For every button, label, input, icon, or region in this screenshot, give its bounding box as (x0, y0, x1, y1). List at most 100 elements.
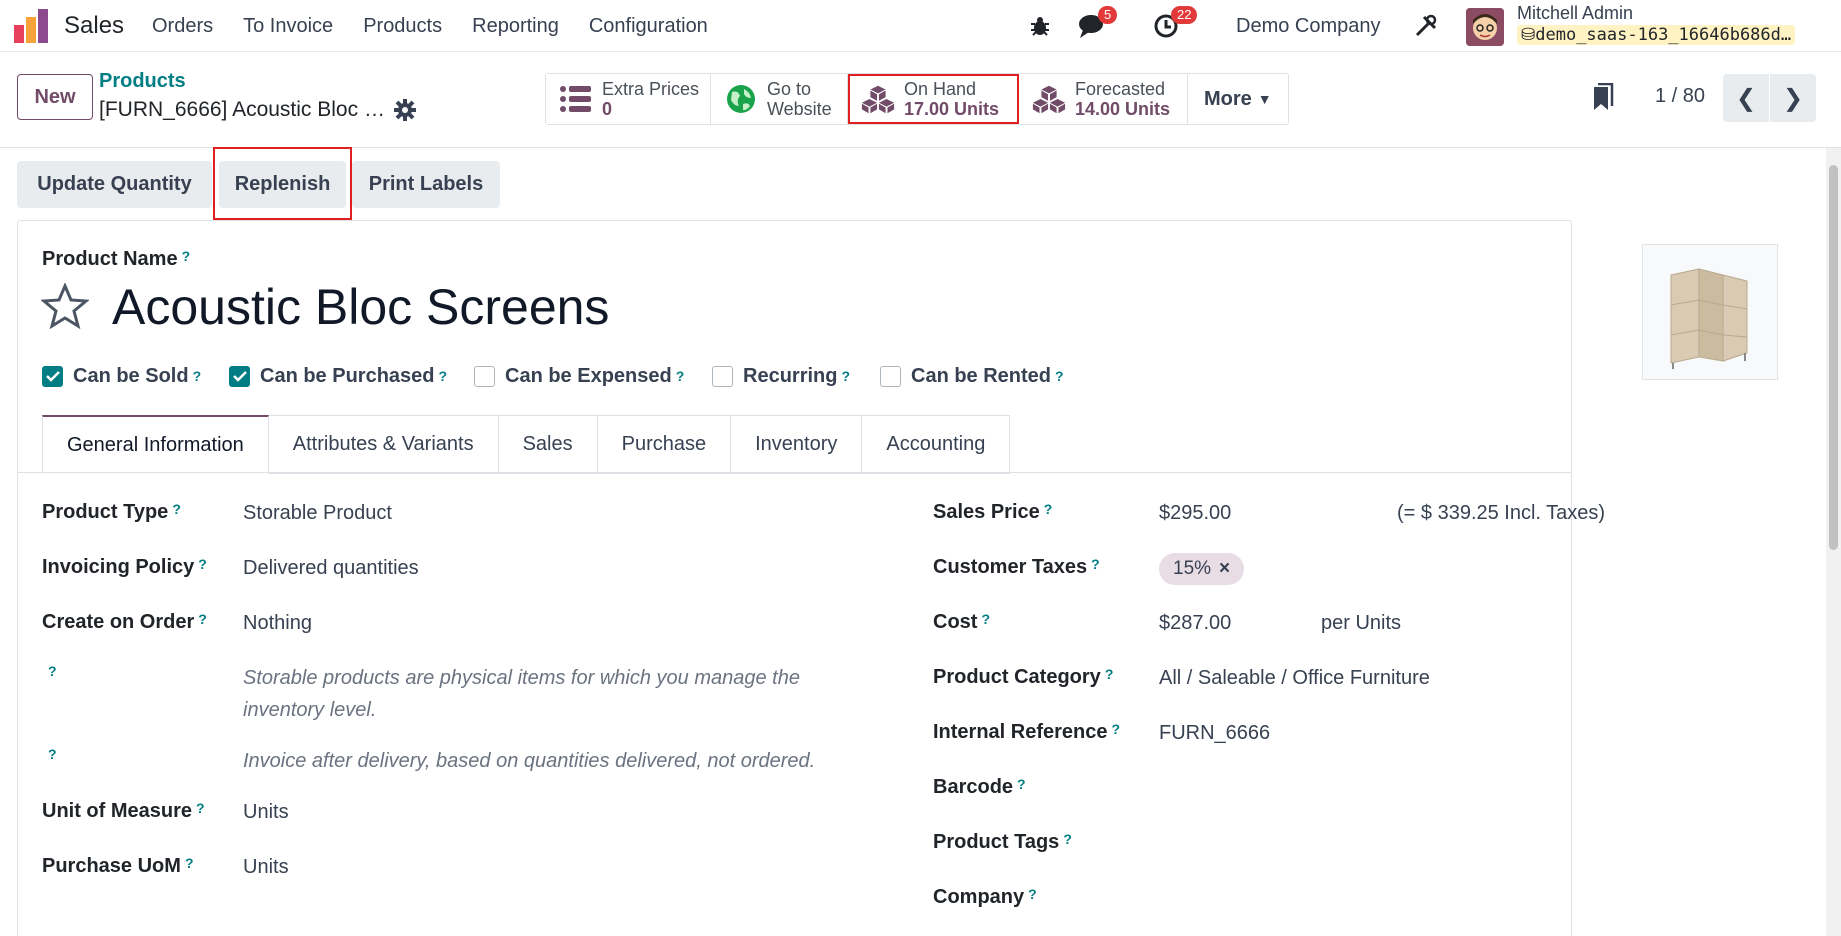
help-marker: ? (48, 746, 57, 762)
tab-accounting[interactable]: Accounting (862, 415, 1011, 474)
pager-next-button[interactable]: ❯ (1770, 74, 1816, 122)
top-navbar: Sales Orders To Invoice Products Reporti… (0, 0, 1841, 52)
tab-inventory[interactable]: Inventory (731, 415, 863, 474)
product-type-field[interactable]: Storable Product (243, 502, 392, 525)
menu-reporting[interactable]: Reporting (472, 15, 559, 38)
new-button[interactable]: New (17, 74, 93, 120)
tax-tag[interactable]: 15% × (1159, 553, 1245, 585)
pager-value[interactable]: 1 / 80 (1655, 85, 1705, 108)
company-label: Company? (933, 886, 1037, 908)
user-name[interactable]: Mitchell Admin (1517, 3, 1633, 24)
storable-help-text: Storable products are physical items for… (243, 667, 800, 721)
company-switcher[interactable]: Demo Company (1236, 15, 1381, 38)
product-category-label: Product Category? (933, 666, 1114, 688)
replenish-highlight (213, 147, 352, 220)
scrollbar-thumb[interactable] (1829, 165, 1838, 550)
breadcrumb-products[interactable]: Products (99, 70, 186, 93)
recurring-checkbox[interactable]: Recurring? (712, 365, 850, 387)
sales-price-field[interactable]: $295.00 (1159, 502, 1231, 525)
checkbox-unchecked[interactable] (474, 365, 495, 387)
product-name[interactable]: Acoustic Bloc Screens (112, 278, 609, 336)
checkbox-unchecked[interactable] (880, 365, 901, 387)
product-category-field[interactable]: All / Saleable / Office Furniture (1159, 667, 1430, 690)
forecasted-value: 14.00 Units (1075, 99, 1171, 119)
tab-general-information[interactable]: General Information (42, 415, 269, 474)
update-quantity-button[interactable]: Update Quantity (17, 161, 212, 208)
control-panel: New Products [FURN_6666] Acoustic Bloc …… (0, 52, 1841, 148)
purchase-uom-label: Purchase UoM? (42, 855, 194, 877)
extra-prices-button[interactable]: Extra Prices 0 (546, 74, 711, 124)
menu-configuration[interactable]: Configuration (589, 15, 708, 38)
pager-previous-button[interactable]: ❮ (1723, 74, 1769, 122)
cost-label: Cost? (933, 611, 991, 633)
checkbox-checked[interactable] (42, 365, 63, 387)
on-hand-button[interactable]: On Hand 17.00 Units (848, 74, 1019, 124)
forecasted-label: Forecasted (1075, 79, 1166, 99)
chevron-left-icon: ❮ (1735, 84, 1757, 112)
can-be-purchased-checkbox[interactable]: Can be Purchased? (229, 365, 447, 387)
tab-purchase[interactable]: Purchase (597, 415, 732, 474)
purchase-uom-field[interactable]: Units (243, 856, 289, 879)
extra-prices-value: 0 (602, 99, 613, 119)
list-icon (560, 86, 591, 112)
barcode-field[interactable] (1159, 777, 1539, 803)
sales-price-label: Sales Price? (933, 501, 1053, 523)
gear-icon[interactable] (393, 98, 417, 122)
bookmark-icon[interactable] (1592, 83, 1614, 111)
tab-sales[interactable]: Sales (498, 415, 598, 474)
checkbox-unchecked[interactable] (712, 365, 733, 387)
menu-orders[interactable]: Orders (152, 15, 213, 38)
tab-divider (17, 472, 1572, 473)
cost-unit-text: per Units (1321, 612, 1402, 634)
can-be-rented-label: Can be Rented (911, 364, 1052, 387)
form-tabs: General Information Attributes & Variant… (42, 415, 1011, 474)
unit-of-measure-label: Unit of Measure? (42, 800, 205, 822)
menu-products[interactable]: Products (363, 15, 442, 38)
debug-icon[interactable] (1028, 10, 1052, 42)
close-icon[interactable]: × (1219, 558, 1230, 580)
messages-button[interactable]: 5 (1078, 6, 1118, 42)
main-menu: Orders To Invoice Products Reporting Con… (152, 15, 708, 38)
create-on-order-field[interactable]: Nothing (243, 612, 312, 635)
can-be-sold-label: Can be Sold (73, 364, 189, 387)
can-be-sold-checkbox[interactable]: Can be Sold? (42, 365, 201, 387)
more-dropdown[interactable]: More ▼ (1188, 74, 1288, 124)
print-labels-button[interactable]: Print Labels (352, 161, 500, 208)
incl-taxes-text: (= $ 339.25 Incl. Taxes) (1397, 502, 1606, 524)
database-icon: ⛁ (1521, 25, 1536, 45)
menu-to-invoice[interactable]: To Invoice (243, 15, 333, 38)
can-be-rented-checkbox[interactable]: Can be Rented? (880, 365, 1064, 387)
tab-attributes-variants[interactable]: Attributes & Variants (268, 415, 499, 474)
barcode-label: Barcode? (933, 776, 1026, 798)
globe-icon (727, 85, 755, 113)
website-label: Website (767, 99, 832, 119)
app-name[interactable]: Sales (64, 12, 124, 40)
tools-icon[interactable] (1414, 10, 1438, 42)
can-be-expensed-checkbox[interactable]: Can be Expensed? (474, 365, 684, 387)
company-field[interactable] (1159, 887, 1539, 913)
cost-field[interactable]: $287.00 (1159, 612, 1231, 635)
internal-reference-label: Internal Reference? (933, 721, 1121, 743)
star-icon[interactable] (41, 283, 89, 329)
can-be-expensed-label: Can be Expensed (505, 364, 672, 387)
go-to-website-button[interactable]: Go to Website (711, 74, 848, 124)
product-image[interactable] (1642, 244, 1778, 380)
product-tags-field[interactable] (1159, 832, 1539, 858)
more-label: More (1204, 87, 1252, 110)
invoice-help-text: Invoice after delivery, based on quantit… (243, 750, 816, 772)
smart-buttons: Extra Prices 0 Go to Website On Hand 17.00 … (545, 73, 1289, 125)
activities-button[interactable]: 22 (1153, 6, 1198, 42)
invoicing-policy-label: Invoicing Policy? (42, 556, 207, 578)
user-avatar[interactable] (1466, 8, 1504, 46)
record-title: [FURN_6666] Acoustic Bloc … (99, 98, 385, 121)
checkbox-checked[interactable] (229, 365, 250, 387)
sales-app-icon[interactable] (14, 9, 50, 43)
unit-of-measure-field[interactable]: Units (243, 801, 289, 824)
forecasted-button[interactable]: Forecasted 14.00 Units (1019, 74, 1188, 124)
messages-badge: 5 (1098, 6, 1118, 24)
database-name: ⛁demo_saas-163_16646b686d… (1517, 25, 1796, 45)
internal-reference-field[interactable]: FURN_6666 (1159, 722, 1270, 745)
on-hand-value: 17.00 Units (904, 99, 1000, 119)
can-be-purchased-label: Can be Purchased (260, 364, 435, 387)
invoicing-policy-field[interactable]: Delivered quantities (243, 557, 419, 580)
